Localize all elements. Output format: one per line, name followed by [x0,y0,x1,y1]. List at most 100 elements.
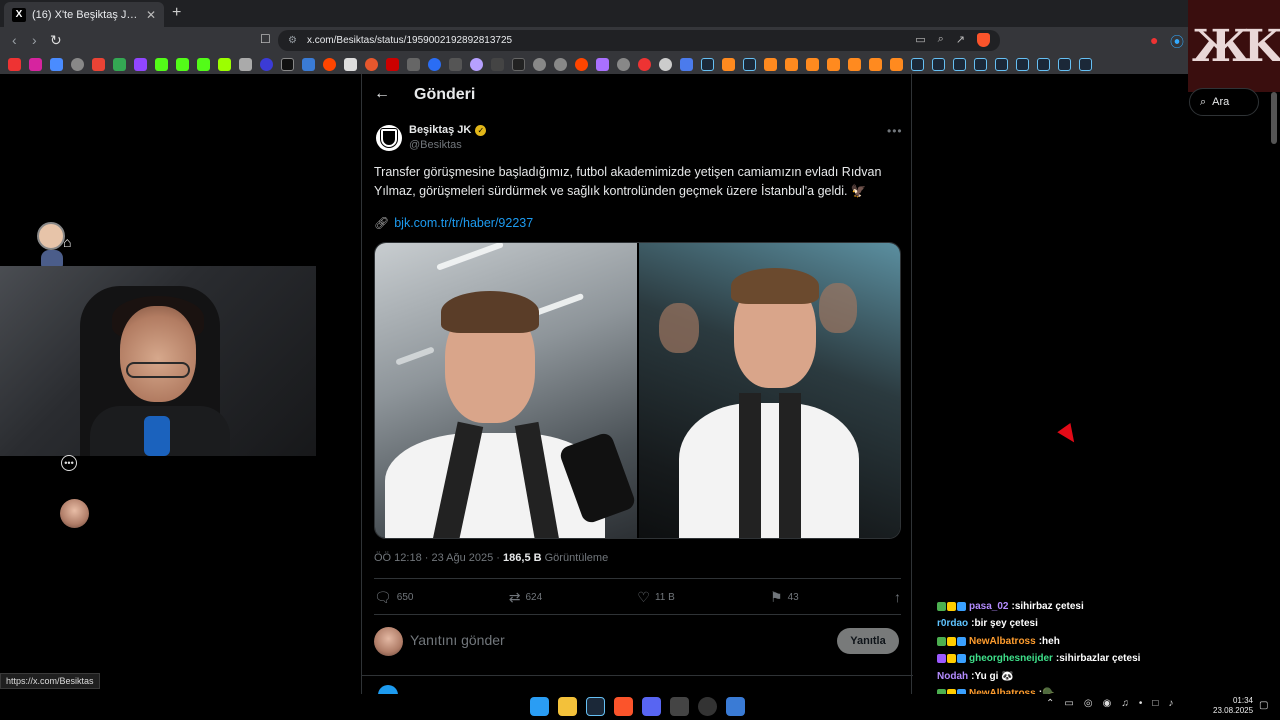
bookmark-app-icon[interactable] [491,57,504,71]
post-timestamp[interactable]: ÖÖ 12:18 · 23 Ağu 2025 · [374,552,503,564]
forward-icon[interactable]: › [32,32,37,48]
chevron-up-icon[interactable]: ⌃ [1046,698,1054,709]
bookmark-kick-icon[interactable] [197,57,210,71]
photo-right[interactable] [638,243,900,538]
like-action[interactable]: ♡ 11 B [637,589,674,606]
bookmark-app-icon[interactable] [218,57,231,71]
reply-action[interactable]: 🗨︎ 650 [374,589,413,606]
bookmark-app-icon[interactable] [239,57,252,71]
wallet-icon[interactable]: ⦿ [1170,32,1184,52]
bookmark-app-icon[interactable] [638,57,651,71]
bookmark-folder-icon[interactable] [848,57,861,71]
bookmark-youtube-icon[interactable] [8,57,21,71]
bookmark-steam-icon[interactable] [932,57,945,71]
bookmark-globe-icon[interactable] [554,57,567,71]
bookmark-reddit-icon[interactable] [323,57,336,71]
file-explorer-icon[interactable] [558,697,577,716]
bookmark-globe-icon[interactable] [533,57,546,71]
back-arrow-icon[interactable]: ← [374,85,390,103]
volume-icon[interactable]: ♫ [1121,698,1129,709]
bookmark-steam-icon[interactable] [743,57,756,71]
app-icon[interactable] [670,697,689,716]
bookmark-app-icon[interactable] [449,57,462,71]
bookmark-steam-icon[interactable] [953,57,966,71]
bookmark-folder-icon[interactable] [869,57,882,71]
more-circle-icon[interactable]: ••• [61,455,77,471]
bookmark-steam-icon[interactable] [1016,57,1029,71]
bookmark-app-icon[interactable] [407,57,420,71]
bookmark-steam-icon[interactable] [1037,57,1050,71]
bookmark-app-icon[interactable] [365,57,378,71]
post-link-text[interactable]: bjk.com.tr/tr/haber/92237 [394,216,533,230]
more-options-icon[interactable]: ••• [887,124,903,138]
photo-left[interactable] [375,243,637,538]
bookmark-folder-icon[interactable] [722,57,735,71]
windows-start-icon[interactable] [530,697,549,716]
bookmark-kick-icon[interactable] [155,57,168,71]
bookmark-reddit-icon[interactable] [575,57,588,71]
reload-icon[interactable]: ↻ [50,32,62,49]
bookmark-folder-icon[interactable] [890,57,903,71]
monitor-icon[interactable]: □ [1152,698,1158,709]
bookmark-steam-icon[interactable] [1058,57,1071,71]
brave-icon[interactable] [614,697,633,716]
bookmark-app-icon[interactable] [659,57,672,71]
mic-icon[interactable]: • [1139,698,1143,709]
post-link[interactable]: 🔗︎ bjk.com.tr/tr/haber/92237 [374,216,533,230]
account-avatar[interactable] [60,499,89,528]
bookmark-drive-icon[interactable] [113,57,126,71]
bookmark-globe-icon[interactable] [71,57,84,71]
bookmark-gmail-icon[interactable] [92,57,105,71]
share-action[interactable]: ↑ [894,589,901,605]
back-icon[interactable]: ‹ [12,32,17,48]
app-icon[interactable] [726,697,745,716]
bookmark-steam-icon[interactable] [974,57,987,71]
bookmark-app-icon[interactable] [428,57,441,71]
bookmark-app-icon[interactable] [344,57,357,71]
bookmark-app-icon[interactable] [302,57,315,71]
author-name-row[interactable]: Beşiktaş JK ✓ [409,124,487,136]
bookmark-folder-icon[interactable] [785,57,798,71]
discord-icon[interactable] [642,697,661,716]
address-bar[interactable]: ⚙ x.com/Besiktas/status/1959002192892813… [278,30,1000,51]
notification-bell-icon[interactable]: ▢ [1259,700,1268,711]
bookmark-x-icon[interactable] [281,57,294,71]
browser-tab[interactable]: X (16) X'te Beşiktaş JK: "Transfer gö ✕ [4,2,164,27]
post-media[interactable] [374,242,901,539]
bookmark-app-icon[interactable] [596,57,609,71]
steam-icon[interactable] [586,697,605,716]
bookmark-steam-icon[interactable] [1079,57,1092,71]
author-handle[interactable]: @Besiktas [409,139,462,151]
zoom-icon[interactable]: ⌕ [938,33,944,47]
bookmark-folder-icon[interactable] [827,57,840,71]
close-tab-icon[interactable]: ✕ [146,8,156,22]
clock[interactable]: 01:34 23.08.2025 [1213,696,1253,716]
bookmark-steam-icon[interactable] [995,57,1008,71]
bookmark-steam-icon[interactable] [911,57,924,71]
bookmark-folder-icon[interactable] [806,57,819,71]
bookmark-steam-icon[interactable] [701,57,714,71]
bookmark-docs-icon[interactable] [50,57,63,71]
steam-tray-icon[interactable]: ◉ [1103,698,1112,709]
obs-icon[interactable] [698,697,717,716]
reply-input[interactable] [410,632,810,648]
battery-icon[interactable]: ▭ [1064,698,1073,709]
reply-button[interactable]: Yanıtla [837,628,899,654]
bookmark-app-icon[interactable] [470,57,483,71]
cast-icon[interactable]: ▭ [915,33,925,47]
bookmark-page-icon[interactable]: ☐ [260,32,271,46]
author-avatar[interactable] [376,125,402,151]
bookmark-app-icon[interactable] [386,57,399,71]
bookmark-app-icon[interactable] [680,57,693,71]
share-icon[interactable]: ↗ [956,33,965,47]
page-scrollbar[interactable] [1271,92,1277,144]
bookmark-app-icon[interactable] [512,57,525,71]
bookmark-app-icon[interactable] [260,57,273,71]
bookmark-kick-icon[interactable] [176,57,189,71]
network-icon[interactable]: ◎ [1084,698,1093,709]
bookmark-globe-icon[interactable] [617,57,630,71]
repost-action[interactable]: ⇄ 624 [509,589,542,606]
new-tab-button[interactable]: + [172,4,181,22]
extension-icon[interactable]: ● [1150,32,1158,48]
bookmark-instagram-icon[interactable] [29,57,42,71]
